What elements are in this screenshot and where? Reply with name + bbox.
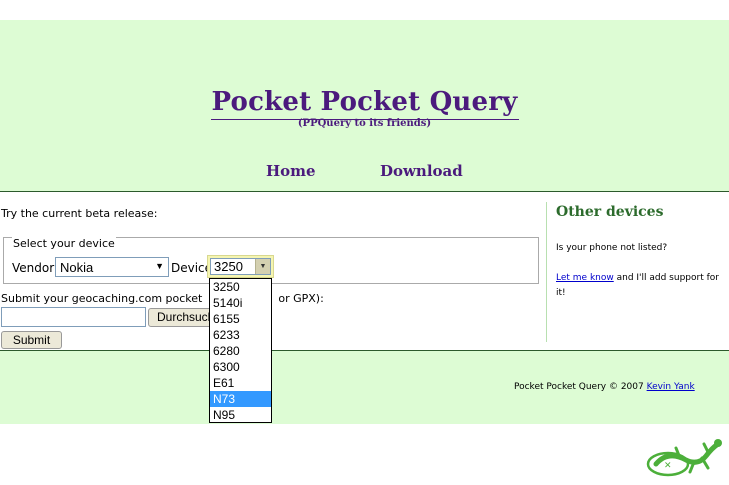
- nav-home-link[interactable]: Home: [266, 162, 316, 180]
- chevron-down-icon: ▼: [155, 261, 164, 271]
- dropdown-option[interactable]: 6300: [210, 359, 271, 375]
- let-me-know-link[interactable]: Let me know: [556, 273, 614, 283]
- submit-button[interactable]: Submit: [1, 331, 62, 349]
- device-select-value: 3250: [214, 259, 243, 274]
- dropdown-option[interactable]: 5140i: [210, 295, 271, 311]
- submit-instructions: Submit your geocaching.com pocket or GPX)…: [1, 292, 324, 305]
- dropdown-option[interactable]: N73: [210, 391, 271, 407]
- page-subtitle: (PPQuery to its friends): [297, 118, 432, 129]
- device-select[interactable]: 3250 ▼: [210, 258, 271, 275]
- vendor-select-value: Nokia: [60, 260, 94, 275]
- device-dropdown-list[interactable]: 3250 5140i 6155 6233 6280 6300 E61 N73 N95: [209, 278, 272, 423]
- svg-text:✕: ✕: [664, 461, 672, 471]
- top-strip: [0, 0, 729, 20]
- sidebar-question: Is your phone not listed?: [556, 243, 668, 253]
- file-path-input[interactable]: [1, 307, 146, 327]
- footer-copyright: Pocket Pocket Query © 2007: [514, 382, 647, 392]
- dropdown-option[interactable]: E61: [210, 375, 271, 391]
- submit-text-end: or GPX):: [278, 292, 324, 305]
- page-title-text: Pocket Pocket Query: [210, 87, 519, 120]
- vendor-label: Vendor: [12, 261, 55, 275]
- beta-text: Try the current beta release:: [1, 207, 158, 220]
- sidebar-divider: [546, 202, 547, 342]
- device-label: Device: [171, 261, 213, 275]
- fieldset-legend: Select your device: [12, 237, 116, 250]
- footer-text: Pocket Pocket Query © 2007 Kevin Yank: [514, 382, 695, 392]
- gecko-logo-icon: ✕: [646, 439, 722, 477]
- nav-download-link[interactable]: Download: [380, 162, 463, 180]
- dropdown-option[interactable]: 3250: [210, 279, 271, 295]
- vendor-select[interactable]: Nokia ▼: [55, 257, 169, 277]
- dropdown-option[interactable]: 6155: [210, 311, 271, 327]
- chevron-down-icon[interactable]: ▼: [255, 259, 270, 274]
- author-link[interactable]: Kevin Yank: [647, 382, 695, 392]
- dropdown-option[interactable]: 6280: [210, 343, 271, 359]
- dropdown-option[interactable]: 6233: [210, 327, 271, 343]
- dropdown-option[interactable]: N95: [210, 407, 271, 423]
- submit-text-start: Submit your geocaching.com pocket: [1, 292, 203, 305]
- page-title: Pocket Pocket Query: [0, 80, 729, 120]
- sidebar-title: Other devices: [556, 204, 664, 220]
- sidebar-paragraph: Let me know and I'll add support for it!: [556, 271, 721, 301]
